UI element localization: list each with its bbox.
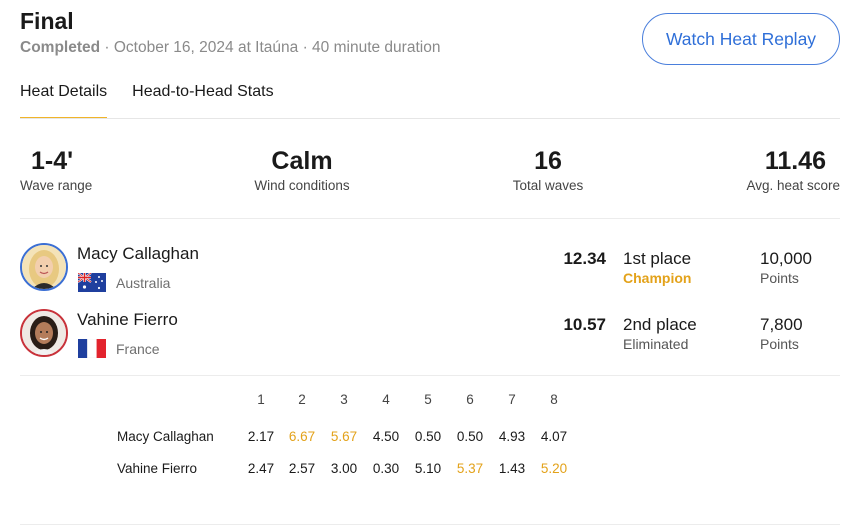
wave-number-header: 6: [466, 392, 474, 407]
athlete-points-label: Points: [760, 336, 799, 352]
wave-score: 5.10: [414, 461, 442, 476]
wave-score: 5.67: [330, 429, 358, 444]
stat-wind-conditions: Calm Wind conditions: [242, 146, 362, 193]
wave-number-header: 4: [382, 392, 390, 407]
wave-score: 6.67: [288, 429, 316, 444]
avatar[interactable]: [20, 243, 68, 291]
wave-score: 3.00: [330, 461, 358, 476]
wave-score: 4.50: [372, 429, 400, 444]
athlete-points: 10,000: [760, 249, 812, 268]
wave-score: 4.07: [540, 429, 568, 444]
athlete-name[interactable]: Macy Callaghan: [77, 244, 199, 264]
athletes-divider: [20, 375, 840, 376]
athlete-place: 2nd place: [623, 315, 697, 334]
page-title: Final: [20, 8, 74, 34]
france-flag-icon: [78, 339, 106, 358]
stat-label: Wave range: [20, 178, 93, 193]
wave-number-header: 8: [550, 392, 558, 407]
athlete-heat-score: 12.34: [563, 249, 606, 268]
wave-number-header: 7: [508, 392, 516, 407]
athlete-result: Champion: [623, 270, 692, 286]
australia-flag-icon: [78, 273, 106, 292]
stat-label: Total waves: [512, 178, 584, 193]
wave-score: 4.93: [498, 429, 526, 444]
wave-score: 2.57: [288, 461, 316, 476]
stats-divider: [20, 218, 840, 219]
wave-number-header: 2: [298, 392, 306, 407]
wave-score: 2.47: [247, 461, 275, 476]
athlete-points: 7,800: [760, 315, 803, 334]
stat-label: Avg. heat score: [746, 178, 840, 193]
wave-score: 0.30: [372, 461, 400, 476]
athlete-place: 1st place: [623, 249, 692, 268]
heat-details: · October 16, 2024 at Itaúna · 40 minute…: [100, 39, 441, 56]
tabs-divider: [20, 118, 840, 119]
wave-score: 2.17: [247, 429, 275, 444]
wave-score: 1.43: [498, 461, 526, 476]
wave-score: 5.20: [540, 461, 568, 476]
athlete-heat-score: 10.57: [563, 315, 606, 334]
stat-label: Wind conditions: [254, 178, 350, 193]
athlete-result: Eliminated: [623, 336, 689, 352]
wave-score: 0.50: [414, 429, 442, 444]
wave-number-header: 5: [424, 392, 432, 407]
wave-number-header: 1: [257, 392, 265, 407]
tab-head-to-head-stats[interactable]: Head-to-Head Stats: [132, 83, 273, 117]
avatar[interactable]: [20, 309, 68, 357]
athlete-country: France: [116, 341, 160, 357]
athlete-country: Australia: [116, 275, 171, 291]
athlete-points-label: Points: [760, 270, 799, 286]
watch-heat-replay-button[interactable]: Watch Heat Replay: [642, 13, 840, 65]
stat-total-waves: 16 Total waves: [498, 146, 598, 193]
wave-row-athlete-name: Macy Callaghan: [117, 429, 214, 444]
wave-score: 5.37: [456, 461, 484, 476]
heat-subtitle: Completed · October 16, 2024 at Itaúna ·…: [20, 39, 440, 57]
tab-heat-details[interactable]: Heat Details: [20, 83, 108, 119]
bottom-divider: [20, 524, 840, 525]
wave-number-header: 3: [340, 392, 348, 407]
stat-value: 16: [534, 147, 562, 175]
athlete-name[interactable]: Vahine Fierro: [77, 310, 178, 330]
wave-score: 0.50: [456, 429, 484, 444]
stat-value: Calm: [271, 147, 333, 175]
tab-bar: Heat Details Head-to-Head Stats: [20, 83, 299, 119]
stat-wave-range: 1-4' Wave range: [20, 146, 92, 193]
heat-status: Completed: [20, 39, 101, 56]
wave-row-athlete-name: Vahine Fierro: [117, 461, 198, 476]
stat-value: 11.46: [764, 147, 826, 175]
stat-avg-heat-score: 11.46 Avg. heat score: [720, 146, 840, 193]
stat-value: 1-4': [31, 147, 74, 175]
